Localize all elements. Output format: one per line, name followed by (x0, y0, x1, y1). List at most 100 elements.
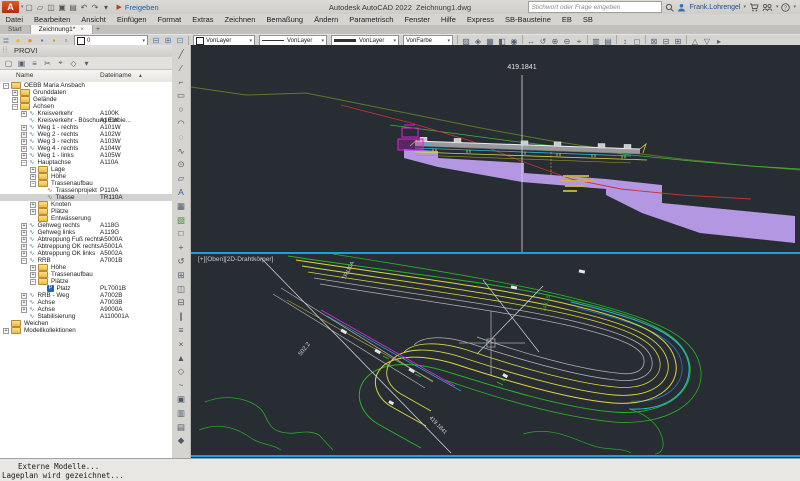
tree-row[interactable]: +∿Weg 4 - rechtsA104W (0, 145, 172, 152)
menu-item-hilfe[interactable]: Hilfe (435, 15, 461, 24)
menu-item-ansicht[interactable]: Ansicht (76, 15, 112, 24)
list-view-icon[interactable]: ≡ (28, 59, 41, 68)
tree-row[interactable]: Weichen (0, 320, 172, 327)
tree-row[interactable]: +∿Weg 3 - rechtsA103W (0, 138, 172, 145)
tree-row[interactable]: −∿HauptachseA110A (0, 159, 172, 166)
text-icon[interactable]: A (175, 186, 188, 200)
tree-row[interactable]: −Trassenaufbau (0, 180, 172, 187)
search-input[interactable] (528, 1, 662, 13)
tree-row[interactable]: +∿Gehweg linksA119G (0, 229, 172, 236)
tree-expander[interactable]: + (3, 328, 9, 334)
move-icon[interactable]: ≡ (175, 324, 188, 338)
tree-row[interactable]: +∿Weg 1 - rechtsA101W (0, 124, 172, 131)
tree-row[interactable]: ∿Kreisverkehr - Böschung Einbie...A101K (0, 117, 172, 124)
menu-item-zeichnen[interactable]: Zeichnen (219, 15, 261, 24)
layer-isolate-icon[interactable]: ⊞ (162, 36, 174, 45)
plot-icon[interactable]: ▤ (68, 3, 79, 12)
trim-icon[interactable]: × (175, 338, 188, 352)
undo-icon[interactable]: ↶ (79, 3, 90, 12)
tab-close-icon[interactable]: × (80, 26, 84, 33)
share-button[interactable]: Freigeben (125, 3, 159, 12)
tree-row[interactable]: +Knoten (0, 201, 172, 208)
menu-item-fenster[interactable]: Fenster (399, 15, 435, 24)
tree-expander[interactable]: + (21, 111, 27, 117)
block-icon[interactable]: ▣ (175, 393, 188, 407)
tree-row[interactable]: +∿Abtreppung Fuß rechtsA5000A (0, 236, 172, 243)
palette-title[interactable]: PROVI (0, 45, 172, 57)
qat-menu-icon[interactable]: ▾ (101, 3, 112, 12)
tree-expander[interactable]: + (21, 244, 27, 250)
tree-row[interactable]: +Höhe (0, 264, 172, 271)
fillet-icon[interactable]: ◇ (175, 365, 188, 379)
tree-row[interactable]: −Achsen (0, 103, 172, 110)
mirror-icon[interactable]: ◫ (175, 283, 188, 297)
menu-item-eb[interactable]: EB (556, 15, 577, 24)
menu-item-extras[interactable]: Extras (187, 15, 219, 24)
layer-states-icon[interactable]: ⊟ (150, 36, 162, 45)
layer-walk-icon[interactable]: ⊡ (174, 36, 186, 45)
user-menu-caret-icon[interactable]: ▾ (743, 4, 746, 10)
column-header-name[interactable]: Name (16, 72, 33, 79)
menu-item-bearbeiten[interactable]: Bearbeiten (29, 15, 76, 24)
tree-expander[interactable]: + (30, 174, 36, 180)
tab-drawing[interactable]: Zeichnung1*× (31, 25, 93, 34)
tab-start[interactable]: Start (0, 25, 31, 34)
tree-row[interactable]: +∿AchseA7003B (0, 299, 172, 306)
circle-icon[interactable]: ○ (175, 103, 188, 117)
menu-item-sb-bausteine[interactable]: SB-Bausteine (500, 15, 557, 24)
extend-icon[interactable]: ▲ (175, 352, 188, 366)
region-icon[interactable]: □ (175, 227, 188, 241)
redo-icon[interactable]: ↷ (90, 3, 101, 12)
sort-ascending-icon[interactable]: ▲ (138, 73, 143, 79)
viewport-controls-label[interactable]: [+][Oben][2D-Drahtkörper] (198, 256, 273, 263)
construction-line-icon[interactable]: ∕ (175, 62, 188, 76)
viewport-plan[interactable]: 502.2 TR110A 748.15 419.1841 (191, 252, 800, 457)
gradient-icon[interactable]: ▨ (175, 214, 188, 228)
rectangle-icon[interactable]: ▭ (175, 89, 188, 103)
menu-item-express[interactable]: Express (461, 15, 499, 24)
layer-properties-icon[interactable]: ≣ (0, 36, 12, 45)
column-header-dateiname[interactable]: Dateiname (100, 72, 131, 79)
new-project-icon[interactable]: ▢ (2, 59, 15, 68)
tree-row[interactable]: PPlatzPL7001B (0, 285, 172, 292)
erase-icon[interactable]: ⊟ (175, 296, 188, 310)
tree-expander[interactable]: + (21, 237, 27, 243)
tree-row[interactable]: −∿RRBA7001B (0, 257, 172, 264)
cut-icon[interactable]: ✂ (41, 59, 54, 68)
tree-row[interactable]: +Modellkollektionen (0, 327, 172, 334)
tree-expander[interactable]: + (30, 272, 36, 278)
tree-expander[interactable]: + (21, 153, 27, 159)
layer-freeze-icon[interactable]: ● (24, 36, 36, 45)
tree-expander[interactable]: − (30, 279, 36, 285)
tree-expander[interactable]: + (12, 90, 18, 96)
tree-expander[interactable]: + (21, 230, 27, 236)
tree-expander[interactable]: + (21, 223, 27, 229)
open-file-icon[interactable]: ▱ (35, 3, 46, 12)
tree-row[interactable]: +∿RRB - WegA7002B (0, 292, 172, 299)
tree-expander[interactable]: + (21, 125, 27, 131)
menu-item-parametrisch[interactable]: Parametrisch (344, 15, 399, 24)
save-as-icon[interactable]: ▣ (57, 3, 68, 12)
autocad-logo[interactable]: A (2, 1, 19, 13)
tree-expander[interactable]: − (3, 83, 9, 89)
layer-color-icon[interactable]: ▪ (48, 36, 60, 45)
chamfer-icon[interactable]: ~ (175, 379, 188, 393)
tree-expander[interactable]: + (21, 307, 27, 313)
tree-expander[interactable]: + (30, 209, 36, 215)
search-icon[interactable] (665, 3, 674, 12)
tree-expander[interactable]: − (21, 258, 27, 264)
menu-item-format[interactable]: Format (152, 15, 187, 24)
tree-row[interactable]: −Plätze (0, 278, 172, 285)
spline-icon[interactable]: ∿ (175, 145, 188, 159)
help-caret-icon[interactable]: ▾ (793, 4, 796, 10)
table-cell-icon[interactable]: ▤ (175, 421, 188, 435)
tree-row[interactable]: ∿TrasseTR110A (0, 194, 172, 201)
menu-item-datei[interactable]: Datei (0, 15, 29, 24)
help-icon[interactable]: ? (781, 3, 790, 12)
tree-row[interactable]: +∿KreisverkehrA100K (0, 110, 172, 117)
point-icon[interactable]: ⊙ (175, 158, 188, 172)
tree-expander[interactable]: + (12, 97, 18, 103)
open-project-icon[interactable]: ▣ (15, 59, 28, 68)
polyline-icon[interactable]: ⌐ (175, 76, 188, 90)
tree-expander[interactable]: − (30, 181, 36, 187)
